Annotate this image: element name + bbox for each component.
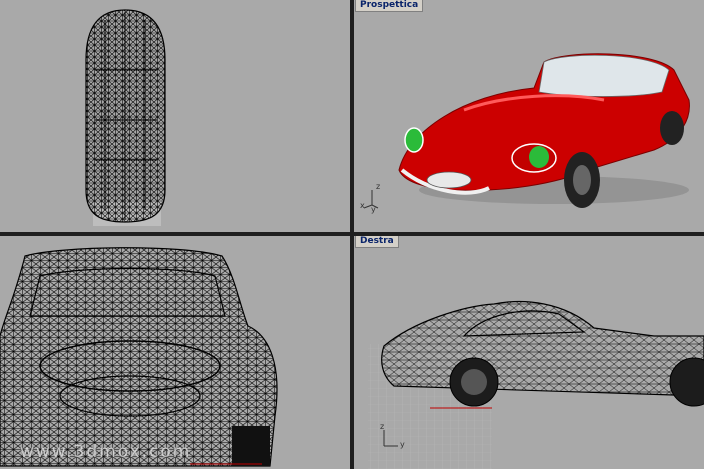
axis-z-label: z [376,182,381,191]
axis-x-label: x [360,201,365,210]
axis-y-label: y [371,205,376,214]
watermark-text: www.3dmox.com [20,442,192,462]
front-view-wireframe [0,247,278,467]
car-render [363,53,690,209]
top-viewport[interactable] [0,0,350,232]
perspective-viewport[interactable]: Prospettica x y z [354,0,704,232]
right-viewport[interactable]: Destra z y [354,236,704,469]
right-view-wireframe [368,300,704,469]
top-view-wireframe [85,9,166,226]
axis-z-label: z [380,422,385,431]
axis-y-label: y [400,440,405,449]
front-viewport[interactable] [0,236,350,469]
